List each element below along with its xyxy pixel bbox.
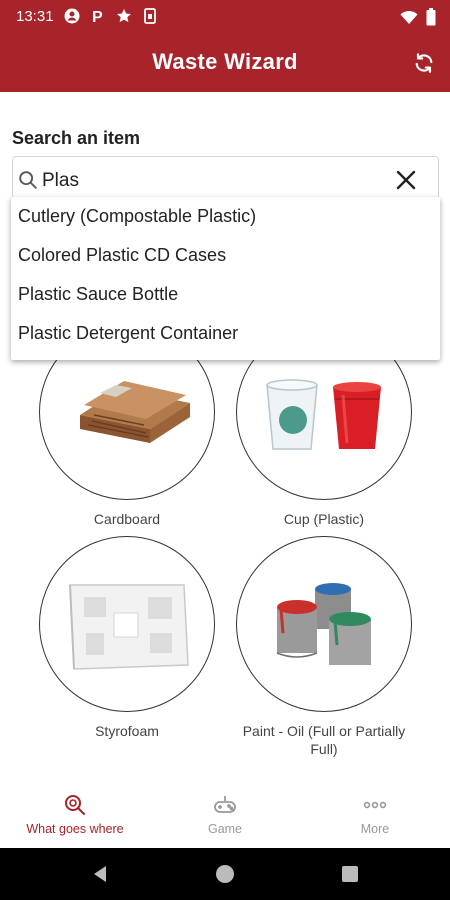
nav-more[interactable]: More [300, 792, 450, 836]
suggestion-item[interactable]: Plastic Detergent Container [11, 314, 440, 353]
close-icon [396, 170, 416, 190]
styrofoam-image[interactable] [39, 536, 215, 712]
wifi-icon [400, 9, 418, 30]
battery-icon [426, 8, 436, 31]
search-input-value[interactable]: Plas [42, 170, 79, 192]
item-tile-styrofoam[interactable]: Styrofoam [39, 536, 215, 740]
search-input[interactable]: Plas [12, 156, 439, 200]
nav-label: What goes where [26, 822, 124, 836]
search-label: Search an item [12, 128, 141, 148]
item-label: Cup (Plastic) [283, 511, 365, 527]
account-icon [64, 8, 80, 24]
svg-text:P: P [92, 9, 103, 24]
star-icon [116, 8, 132, 24]
bottom-navigation: What goes where Game More [0, 786, 450, 848]
item-label: Paint - Oil (Full or Partially Full) [242, 723, 406, 757]
more-icon [363, 801, 387, 809]
recents-icon[interactable] [340, 864, 360, 884]
paint-cans-image[interactable] [236, 536, 412, 712]
suggestion-item[interactable]: Plastic Sauce Bottle [11, 275, 440, 314]
home-icon[interactable] [215, 864, 235, 884]
item-label: Styrofoam [95, 723, 159, 739]
nav-label: Game [207, 822, 243, 836]
system-navigation-bar [0, 848, 450, 900]
clear-search-button[interactable] [394, 168, 418, 192]
status-time: 13:31 [16, 8, 54, 25]
gamepad-icon [214, 796, 236, 813]
nav-what-goes-where[interactable]: What goes where [0, 792, 150, 836]
item-label: Cardboard [93, 511, 161, 527]
item-tile-paint-oil[interactable]: Paint - Oil (Full or Partially Full) [236, 536, 412, 758]
refresh-icon [415, 53, 433, 73]
page-title: Waste Wizard [152, 49, 298, 74]
autocomplete-dropdown: Cutlery (Compostable Plastic) Colored Pl… [11, 197, 440, 360]
back-icon[interactable] [90, 864, 110, 884]
suggestion-item[interactable]: Cutlery (Compostable Plastic) [11, 197, 440, 236]
search-icon [19, 171, 37, 189]
refresh-button[interactable] [410, 49, 438, 77]
nav-game[interactable]: Game [150, 792, 300, 836]
nav-label: More [360, 822, 390, 836]
search-recycle-icon [65, 795, 85, 815]
app-bar: Waste Wizard [0, 34, 450, 92]
parking-icon: P [90, 8, 106, 24]
status-bar: 13:31 P [0, 0, 450, 34]
sim-icon [142, 8, 158, 24]
suggestion-item[interactable]: Colored Plastic CD Cases [11, 236, 440, 275]
